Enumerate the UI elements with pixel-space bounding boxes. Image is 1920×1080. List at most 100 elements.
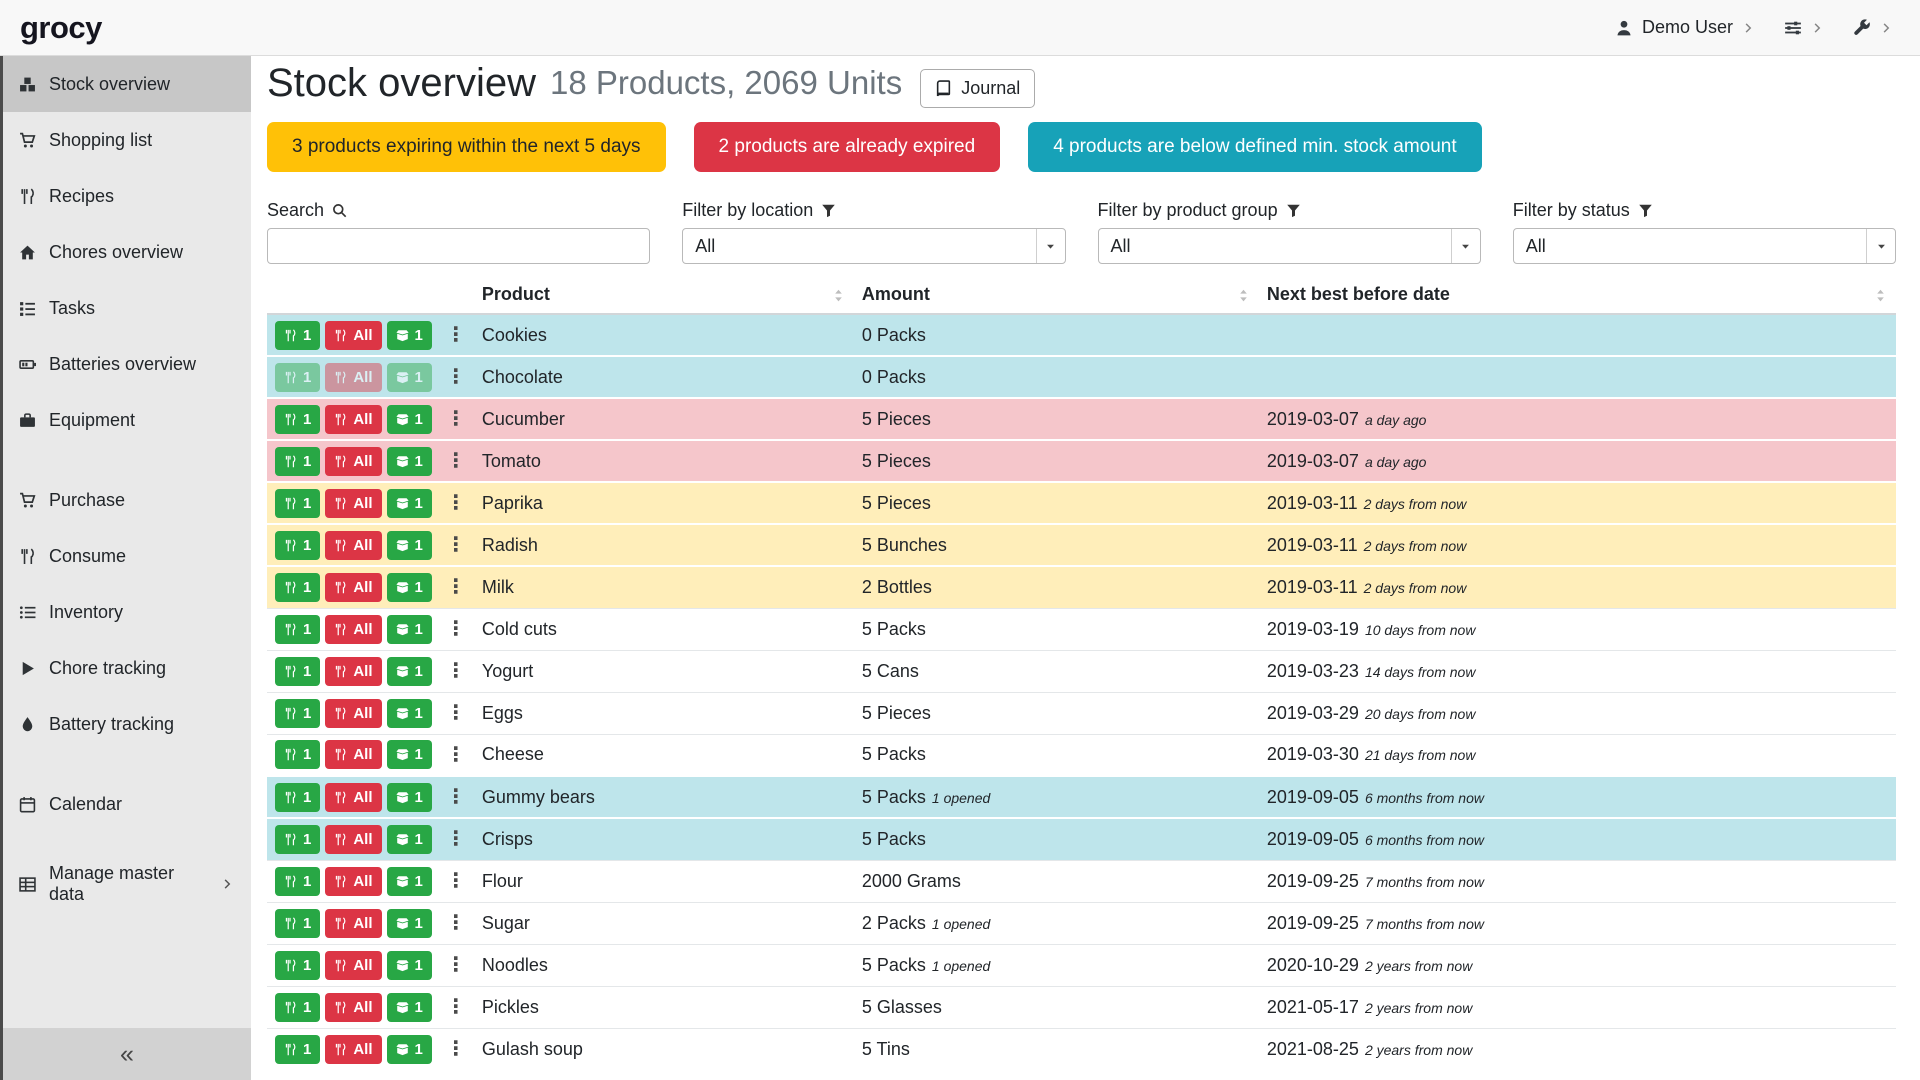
open-one-button[interactable]: 1 xyxy=(387,405,432,434)
open-one-button[interactable]: 1 xyxy=(387,951,432,980)
sidebar-item-chore-tracking[interactable]: Chore tracking xyxy=(3,640,251,696)
journal-button[interactable]: Journal xyxy=(920,69,1035,108)
open-one-button[interactable]: 1 xyxy=(387,531,432,560)
status-filter-select[interactable]: All xyxy=(1513,228,1896,264)
consume-one-button[interactable]: 1 xyxy=(275,699,320,728)
row-menu-button[interactable]: ⋮ xyxy=(446,913,466,933)
open-one-button[interactable]: 1 xyxy=(387,615,432,644)
app-logo[interactable]: grocy xyxy=(20,10,102,46)
sidebar-item-shopping-list[interactable]: Shopping list xyxy=(3,112,251,168)
row-menu-button[interactable]: ⋮ xyxy=(446,745,466,765)
consume-all-button[interactable]: All xyxy=(325,321,381,350)
user-menu[interactable]: Demo User xyxy=(1615,17,1754,38)
consume-all-button[interactable]: All xyxy=(325,783,381,812)
row-menu-button[interactable]: ⋮ xyxy=(446,871,466,891)
open-one-button[interactable]: 1 xyxy=(387,363,432,392)
consume-one-button[interactable]: 1 xyxy=(275,909,320,938)
row-menu-button[interactable]: ⋮ xyxy=(446,619,466,639)
row-menu-button[interactable]: ⋮ xyxy=(446,535,466,555)
expiring-soon-badge[interactable]: 3 products expiring within the next 5 da… xyxy=(267,122,666,172)
consume-one-button[interactable]: 1 xyxy=(275,531,320,560)
open-one-button[interactable]: 1 xyxy=(387,657,432,686)
row-menu-button[interactable]: ⋮ xyxy=(446,451,466,471)
row-menu-button[interactable]: ⋮ xyxy=(446,661,466,681)
row-menu-button[interactable]: ⋮ xyxy=(446,997,466,1017)
row-menu-button[interactable]: ⋮ xyxy=(446,325,466,345)
consume-one-button[interactable]: 1 xyxy=(275,321,320,350)
open-one-button[interactable]: 1 xyxy=(387,1035,432,1064)
consume-one-button[interactable]: 1 xyxy=(275,867,320,896)
consume-one-button[interactable]: 1 xyxy=(275,1035,320,1064)
consume-all-button[interactable]: All xyxy=(325,909,381,938)
consume-all-button[interactable]: All xyxy=(325,699,381,728)
search-input[interactable] xyxy=(267,228,650,264)
consume-all-button[interactable]: All xyxy=(325,867,381,896)
consume-one-button[interactable]: 1 xyxy=(275,489,320,518)
consume-one-button[interactable]: 1 xyxy=(275,405,320,434)
row-menu-button[interactable]: ⋮ xyxy=(446,955,466,975)
sidebar-item-recipes[interactable]: Recipes xyxy=(3,168,251,224)
consume-all-button[interactable]: All xyxy=(325,825,381,854)
open-one-button[interactable]: 1 xyxy=(387,573,432,602)
best-before-column-header[interactable]: Next best before date xyxy=(1259,278,1896,314)
sidebar-item-stock-overview[interactable]: Stock overview xyxy=(3,56,251,112)
consume-all-button[interactable]: All xyxy=(325,740,381,769)
consume-all-button[interactable]: All xyxy=(325,531,381,560)
consume-all-button[interactable]: All xyxy=(325,363,381,392)
consume-all-button[interactable]: All xyxy=(325,405,381,434)
tools-menu[interactable] xyxy=(1853,19,1892,37)
open-one-button[interactable]: 1 xyxy=(387,489,432,518)
sidebar-item-manage-master-data[interactable]: Manage master data xyxy=(3,856,251,912)
below-min-stock-badge[interactable]: 4 products are below defined min. stock … xyxy=(1028,122,1481,172)
row-menu-button[interactable]: ⋮ xyxy=(446,829,466,849)
sidebar-item-consume[interactable]: Consume xyxy=(3,528,251,584)
sidebar-item-purchase[interactable]: Purchase xyxy=(3,472,251,528)
sidebar-item-chores-overview[interactable]: Chores overview xyxy=(3,224,251,280)
settings-menu[interactable] xyxy=(1784,19,1823,37)
sidebar-item-battery-tracking[interactable]: Battery tracking xyxy=(3,696,251,752)
consume-one-button[interactable]: 1 xyxy=(275,783,320,812)
sidebar-item-equipment[interactable]: Equipment xyxy=(3,392,251,448)
consume-one-button[interactable]: 1 xyxy=(275,657,320,686)
consume-all-button[interactable]: All xyxy=(325,447,381,476)
expired-badge[interactable]: 2 products are already expired xyxy=(694,122,1001,172)
open-one-button[interactable]: 1 xyxy=(387,699,432,728)
consume-all-button[interactable]: All xyxy=(325,993,381,1022)
row-menu-button[interactable]: ⋮ xyxy=(446,577,466,597)
consume-all-button[interactable]: All xyxy=(325,573,381,602)
sidebar-collapse-button[interactable]: « xyxy=(3,1028,251,1080)
row-menu-button[interactable]: ⋮ xyxy=(446,703,466,723)
consume-one-button[interactable]: 1 xyxy=(275,363,320,392)
row-menu-button[interactable]: ⋮ xyxy=(446,787,466,807)
open-one-button[interactable]: 1 xyxy=(387,993,432,1022)
consume-one-button[interactable]: 1 xyxy=(275,740,320,769)
open-one-button[interactable]: 1 xyxy=(387,825,432,854)
sidebar-item-tasks[interactable]: Tasks xyxy=(3,280,251,336)
consume-all-button[interactable]: All xyxy=(325,657,381,686)
consume-all-button[interactable]: All xyxy=(325,951,381,980)
sidebar-item-calendar[interactable]: Calendar xyxy=(3,776,251,832)
product-group-filter-select[interactable]: All xyxy=(1098,228,1481,264)
consume-one-button[interactable]: 1 xyxy=(275,615,320,644)
consume-one-button[interactable]: 1 xyxy=(275,993,320,1022)
row-menu-button[interactable]: ⋮ xyxy=(446,493,466,513)
open-one-button[interactable]: 1 xyxy=(387,867,432,896)
sidebar-item-batteries-overview[interactable]: Batteries overview xyxy=(3,336,251,392)
consume-all-button[interactable]: All xyxy=(325,1035,381,1064)
consume-one-button[interactable]: 1 xyxy=(275,573,320,602)
row-menu-button[interactable]: ⋮ xyxy=(446,1039,466,1059)
open-one-button[interactable]: 1 xyxy=(387,321,432,350)
product-column-header[interactable]: Product xyxy=(474,278,854,314)
amount-column-header[interactable]: Amount xyxy=(854,278,1259,314)
consume-one-button[interactable]: 1 xyxy=(275,825,320,854)
open-one-button[interactable]: 1 xyxy=(387,909,432,938)
consume-one-button[interactable]: 1 xyxy=(275,447,320,476)
location-filter-select[interactable]: All xyxy=(682,228,1065,264)
row-menu-button[interactable]: ⋮ xyxy=(446,367,466,387)
consume-all-button[interactable]: All xyxy=(325,489,381,518)
consume-one-button[interactable]: 1 xyxy=(275,951,320,980)
open-one-button[interactable]: 1 xyxy=(387,740,432,769)
row-menu-button[interactable]: ⋮ xyxy=(446,409,466,429)
sidebar-item-inventory[interactable]: Inventory xyxy=(3,584,251,640)
open-one-button[interactable]: 1 xyxy=(387,783,432,812)
